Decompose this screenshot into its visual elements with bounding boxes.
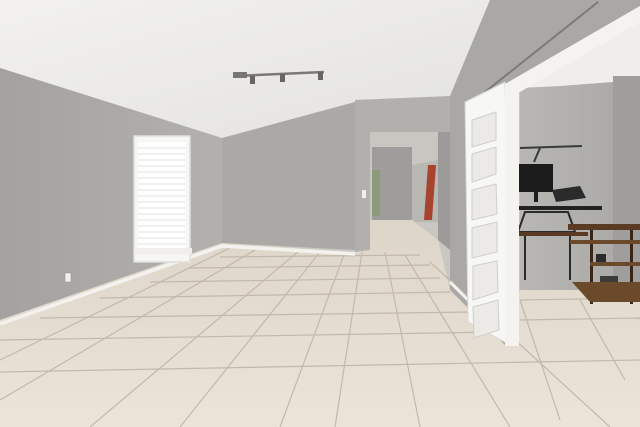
computer-monitor	[519, 164, 553, 192]
light-switch	[362, 190, 366, 198]
room-photo	[0, 0, 640, 427]
window-blinds	[133, 135, 192, 263]
wall-outlet	[64, 272, 72, 283]
door-frame-trim	[505, 90, 519, 346]
